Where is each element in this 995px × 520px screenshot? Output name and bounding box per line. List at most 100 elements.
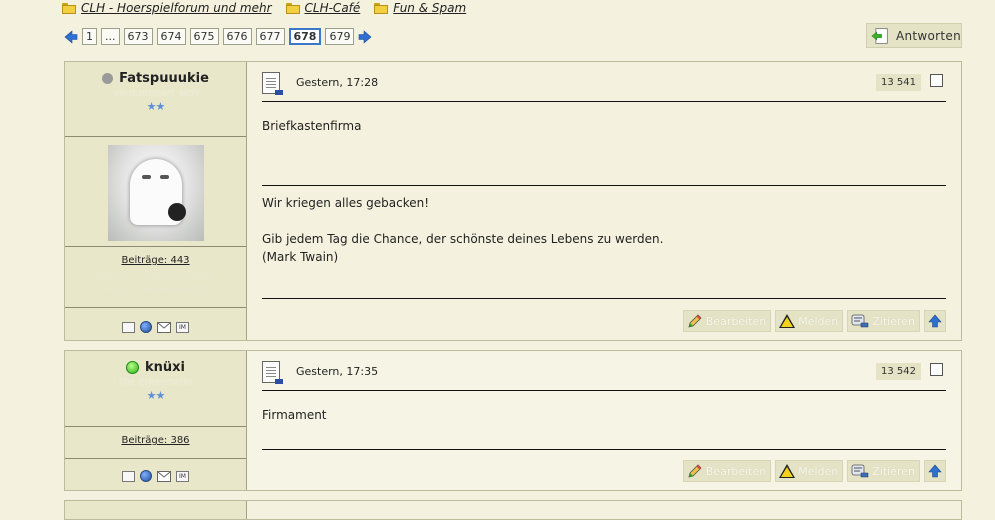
signature-quote: Gib jedem Tag die Chance, der schönste d… xyxy=(262,232,664,246)
author-name[interactable]: knüxi xyxy=(145,360,185,375)
breadcrumb-label: CLH-Café xyxy=(304,1,361,15)
page-link[interactable]: 679 xyxy=(325,28,355,45)
contact-icons: IM xyxy=(65,470,246,482)
post-document-icon[interactable] xyxy=(262,72,283,95)
profile-card-icon[interactable] xyxy=(122,470,135,482)
post-actions: Bearbeiten Melden Zitieren xyxy=(682,310,946,332)
profile-card-icon[interactable] xyxy=(122,321,135,333)
page-link[interactable]: 674 xyxy=(156,28,186,45)
page-link[interactable]: 675 xyxy=(189,28,219,45)
author-rank: Die Erkennerin xyxy=(118,377,193,388)
post-content: Gestern, 17:28 13 541 Briefkastenfirma W… xyxy=(262,62,946,340)
post-date: Gestern, 17:35 xyxy=(296,365,379,378)
edit-label: Bearbeiten xyxy=(705,314,767,328)
reply-label: Antworten xyxy=(895,28,961,43)
arrow-right-icon[interactable] xyxy=(358,29,372,44)
author-info: Beiträge: 386 xyxy=(65,427,246,459)
page-link[interactable]: 677 xyxy=(255,28,285,45)
offline-status-icon xyxy=(102,73,114,84)
post-partial xyxy=(64,500,962,520)
breadcrumb-label: CLH - Hoerspielforum und mehr xyxy=(81,1,272,15)
author-panel: Fatspuuukie verdummert sich ★★ Beiträge:… xyxy=(65,62,247,340)
author-post-count[interactable]: Beiträge: 443 xyxy=(65,255,246,266)
author-job: Beruf: Bäckermeister xyxy=(102,284,209,295)
contact-icons: IM xyxy=(65,321,246,333)
post-date: Gestern, 17:28 xyxy=(296,76,379,89)
post-select-checkbox[interactable] xyxy=(930,363,943,376)
folder-icon xyxy=(374,2,389,14)
quote-label: Zitieren xyxy=(872,314,915,328)
author-rank: verdummert sich xyxy=(112,88,199,99)
scroll-top-button[interactable] xyxy=(924,460,946,482)
quote-icon xyxy=(851,464,869,478)
breadcrumb-label: Fun & Spam xyxy=(393,1,467,15)
im-icon[interactable]: IM xyxy=(176,470,189,482)
author-name[interactable]: Fatspuuukie xyxy=(119,71,209,86)
email-icon[interactable] xyxy=(157,470,171,482)
quote-label: Zitieren xyxy=(872,464,915,478)
post-number[interactable]: 13 542 xyxy=(876,363,921,380)
page-ellipsis[interactable]: ... xyxy=(101,28,120,45)
breadcrumb-fun-spam[interactable]: Fun & Spam xyxy=(374,1,466,15)
contact-section: IM xyxy=(65,308,246,348)
avatar xyxy=(107,145,204,241)
edit-button[interactable]: Bearbeiten xyxy=(682,310,772,332)
bomb-figure xyxy=(167,203,186,221)
post: knüxi Die Erkennerin ★★ Beiträge: 386 IM… xyxy=(64,350,962,491)
report-label: Melden xyxy=(798,314,839,328)
quote-button[interactable]: Zitieren xyxy=(847,310,920,332)
pagination: 1 ... 673 674 675 676 677 678 679 xyxy=(64,27,372,46)
breadcrumb: CLH - Hoerspielforum und mehr CLH-Café F… xyxy=(62,0,466,16)
author-header: knüxi Die Erkennerin ★★ xyxy=(65,360,246,427)
folder-icon xyxy=(285,2,300,14)
post-title: Firmament xyxy=(262,408,327,422)
author-panel xyxy=(65,501,247,519)
post: Fatspuuukie verdummert sich ★★ Beiträge:… xyxy=(64,61,962,341)
folder-icon xyxy=(62,2,76,14)
quote-button[interactable]: Zitieren xyxy=(847,460,920,482)
globe-icon[interactable] xyxy=(140,470,152,482)
author-post-count[interactable]: Beiträge: 386 xyxy=(65,435,246,446)
post-header: Gestern, 17:28 13 541 xyxy=(262,70,946,102)
arrow-up-icon xyxy=(928,464,942,478)
report-button[interactable]: Melden xyxy=(775,310,844,332)
post-title: Briefkastenfirma xyxy=(262,119,362,133)
pencil-icon xyxy=(688,464,702,478)
page-link[interactable]: 676 xyxy=(222,28,252,45)
breadcrumb-cafe[interactable]: CLH-Café xyxy=(285,1,361,15)
warning-icon xyxy=(779,464,796,478)
author-info: Beiträge: 443 Wohnort: Frank' s Reich Be… xyxy=(65,247,246,308)
warning-icon xyxy=(779,314,796,328)
post-footer-divider xyxy=(262,298,946,299)
page-link[interactable]: 673 xyxy=(123,28,153,45)
breadcrumb-forum-home[interactable]: CLH - Hoerspielforum und mehr xyxy=(62,1,272,15)
reply-button[interactable]: Antworten xyxy=(866,23,962,48)
pencil-icon xyxy=(688,314,702,328)
post-header: Gestern, 17:35 13 542 xyxy=(262,359,946,391)
post-document-icon[interactable] xyxy=(262,361,283,384)
page-link[interactable]: 1 xyxy=(82,28,97,45)
post-number[interactable]: 13 541 xyxy=(876,74,921,91)
online-status-icon xyxy=(126,361,139,374)
post-select-checkbox[interactable] xyxy=(930,74,943,87)
edit-button[interactable]: Bearbeiten xyxy=(682,460,772,482)
report-button[interactable]: Melden xyxy=(775,460,844,482)
author-header: Fatspuuukie verdummert sich ★★ xyxy=(65,71,246,137)
globe-icon[interactable] xyxy=(140,321,152,333)
author-panel: knüxi Die Erkennerin ★★ Beiträge: 386 IM xyxy=(65,351,247,490)
scroll-top-button[interactable] xyxy=(924,310,946,332)
edit-label: Bearbeiten xyxy=(705,464,767,478)
quote-icon xyxy=(851,314,869,328)
rank-stars-icon: ★★ xyxy=(146,100,166,113)
report-label: Melden xyxy=(798,464,839,478)
email-icon[interactable] xyxy=(157,321,171,333)
reply-icon xyxy=(871,27,888,44)
post-content: Gestern, 17:35 13 542 Firmament Bearbeit… xyxy=(262,351,946,490)
contact-section: IM xyxy=(65,459,246,499)
page-current[interactable]: 678 xyxy=(288,28,322,45)
author-name-row: Fatspuuukie xyxy=(65,71,246,86)
arrow-left-icon[interactable] xyxy=(64,29,78,44)
im-icon[interactable]: IM xyxy=(176,321,189,333)
arrow-up-icon xyxy=(928,314,942,328)
signature-author: (Mark Twain) xyxy=(262,250,339,264)
